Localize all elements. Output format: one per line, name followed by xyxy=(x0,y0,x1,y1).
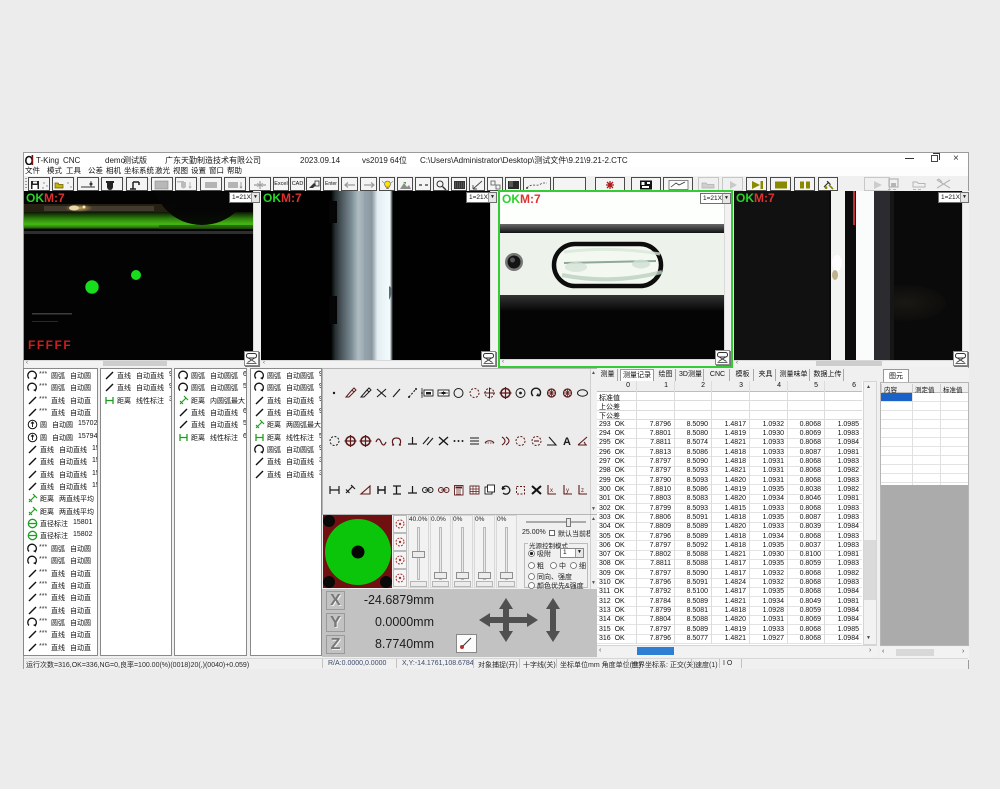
svg-text:x: x xyxy=(550,488,553,494)
svg-text:FFFFF: FFFFF xyxy=(28,338,72,352)
svg-text:y: y xyxy=(566,488,569,494)
svg-text:A: A xyxy=(563,436,571,448)
svg-text:z: z xyxy=(581,488,584,494)
